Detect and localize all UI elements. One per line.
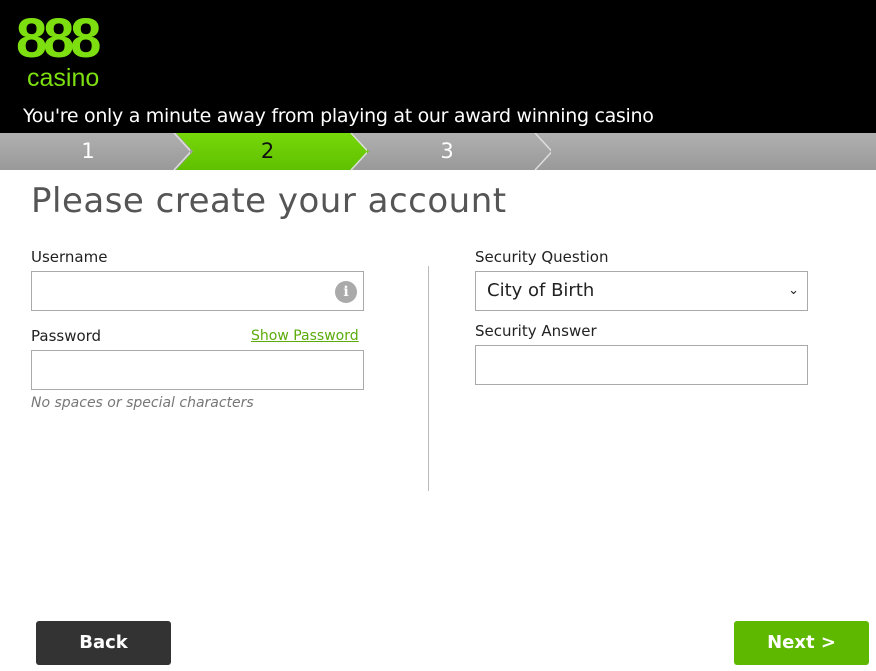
tagline: You're only a minute away from playing a… <box>23 105 654 127</box>
next-button[interactable]: Next > <box>734 621 869 665</box>
page-title: Please create your account <box>31 181 507 221</box>
header: 888 casino You're only a minute away fro… <box>0 0 876 133</box>
show-password-link[interactable]: Show Password <box>251 328 359 344</box>
password-input[interactable] <box>31 350 364 390</box>
step-chevron-icon <box>534 133 551 170</box>
logo-word: casino <box>27 64 100 92</box>
column-divider <box>428 266 429 491</box>
888-casino-logo[interactable]: 888 casino <box>16 6 116 93</box>
chevron-down-icon: ⌄ <box>788 283 799 298</box>
logo-number: 888 <box>16 6 101 69</box>
security-answer-input[interactable] <box>475 345 808 385</box>
step-2: 2 <box>176 133 369 170</box>
progress-steps: 1 2 3 <box>0 133 876 170</box>
username-label: Username <box>31 248 108 266</box>
security-question-select[interactable]: City of Birth ⌄ <box>475 271 808 311</box>
username-input[interactable]: i <box>31 271 364 311</box>
step-3: 3 <box>440 139 454 163</box>
step-1: 1 <box>81 139 95 163</box>
password-hint: No spaces or special characters <box>31 395 254 411</box>
password-label: Password <box>31 327 102 345</box>
info-icon[interactable]: i <box>335 281 357 303</box>
security-question-label: Security Question <box>475 248 609 266</box>
step-chevron-icon <box>173 133 190 170</box>
back-button[interactable]: Back <box>36 621 171 665</box>
selected-question: City of Birth <box>487 280 595 301</box>
security-answer-label: Security Answer <box>475 322 597 340</box>
step-chevron-icon <box>350 133 367 170</box>
